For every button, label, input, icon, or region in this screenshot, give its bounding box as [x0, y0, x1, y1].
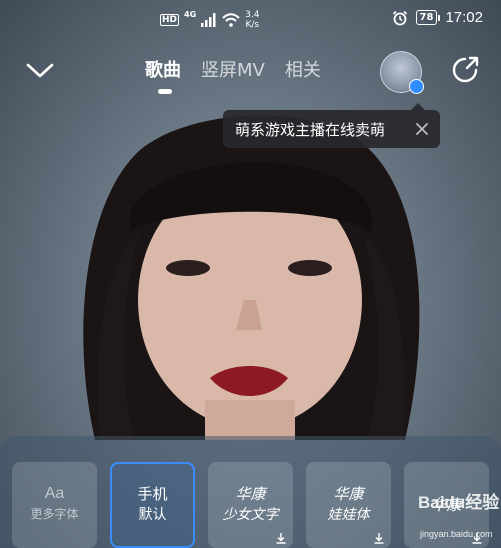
- download-icon: [374, 533, 384, 544]
- font-card-line1: 华康: [333, 485, 364, 503]
- font-card-huakang-girl[interactable]: 华康 少女文字: [208, 462, 293, 548]
- close-icon[interactable]: [414, 121, 430, 137]
- alarm-icon: [392, 10, 407, 25]
- mic-icon: [409, 79, 424, 94]
- active-tab-indicator: [158, 89, 172, 94]
- font-card-line2: 少女文字: [222, 507, 279, 523]
- network-speed: 3.4 K/s: [245, 10, 260, 30]
- font-card-preview: Aa: [44, 485, 65, 502]
- tab-bar: 歌曲 竖屏MV 相关: [145, 56, 321, 82]
- tooltip-banner[interactable]: 萌系游戏主播在线卖萌: [223, 103, 440, 148]
- font-card-huakang-doll[interactable]: 华康 娃娃体: [306, 462, 391, 548]
- collapse-chevron-icon[interactable]: [24, 54, 56, 86]
- wifi-icon: [222, 13, 240, 27]
- font-card-line1: 手机: [137, 485, 168, 503]
- font-card-label: 更多字体: [30, 507, 79, 521]
- font-card-line2: 默认: [138, 507, 167, 523]
- tooltip-text: 萌系游戏主播在线卖萌: [235, 120, 386, 139]
- download-icon: [276, 533, 286, 544]
- tab-related[interactable]: 相关: [285, 56, 321, 82]
- status-bar: HD 4G 3.4 K/s 78 17:02: [0, 0, 501, 40]
- share-icon[interactable]: [450, 55, 480, 85]
- more-fonts-card[interactable]: Aa 更多字体: [12, 462, 97, 548]
- font-card-default[interactable]: 手机 默认: [110, 462, 195, 548]
- font-card-line1: 华康: [235, 485, 266, 503]
- tab-song[interactable]: 歌曲: [145, 56, 181, 82]
- tab-vertical-mv[interactable]: 竖屏MV: [201, 56, 265, 82]
- battery-indicator: 78: [415, 10, 441, 25]
- watermark-logo: Baidu经验: [418, 493, 500, 512]
- signal-icon: [201, 13, 216, 27]
- font-card-line2: 娃娃体: [327, 507, 370, 523]
- hd-badge: HD: [160, 14, 180, 26]
- watermark-url: jingyan.baidu.com: [420, 529, 493, 539]
- network-type: 4G: [184, 9, 197, 19]
- clock: 17:02: [445, 9, 483, 26]
